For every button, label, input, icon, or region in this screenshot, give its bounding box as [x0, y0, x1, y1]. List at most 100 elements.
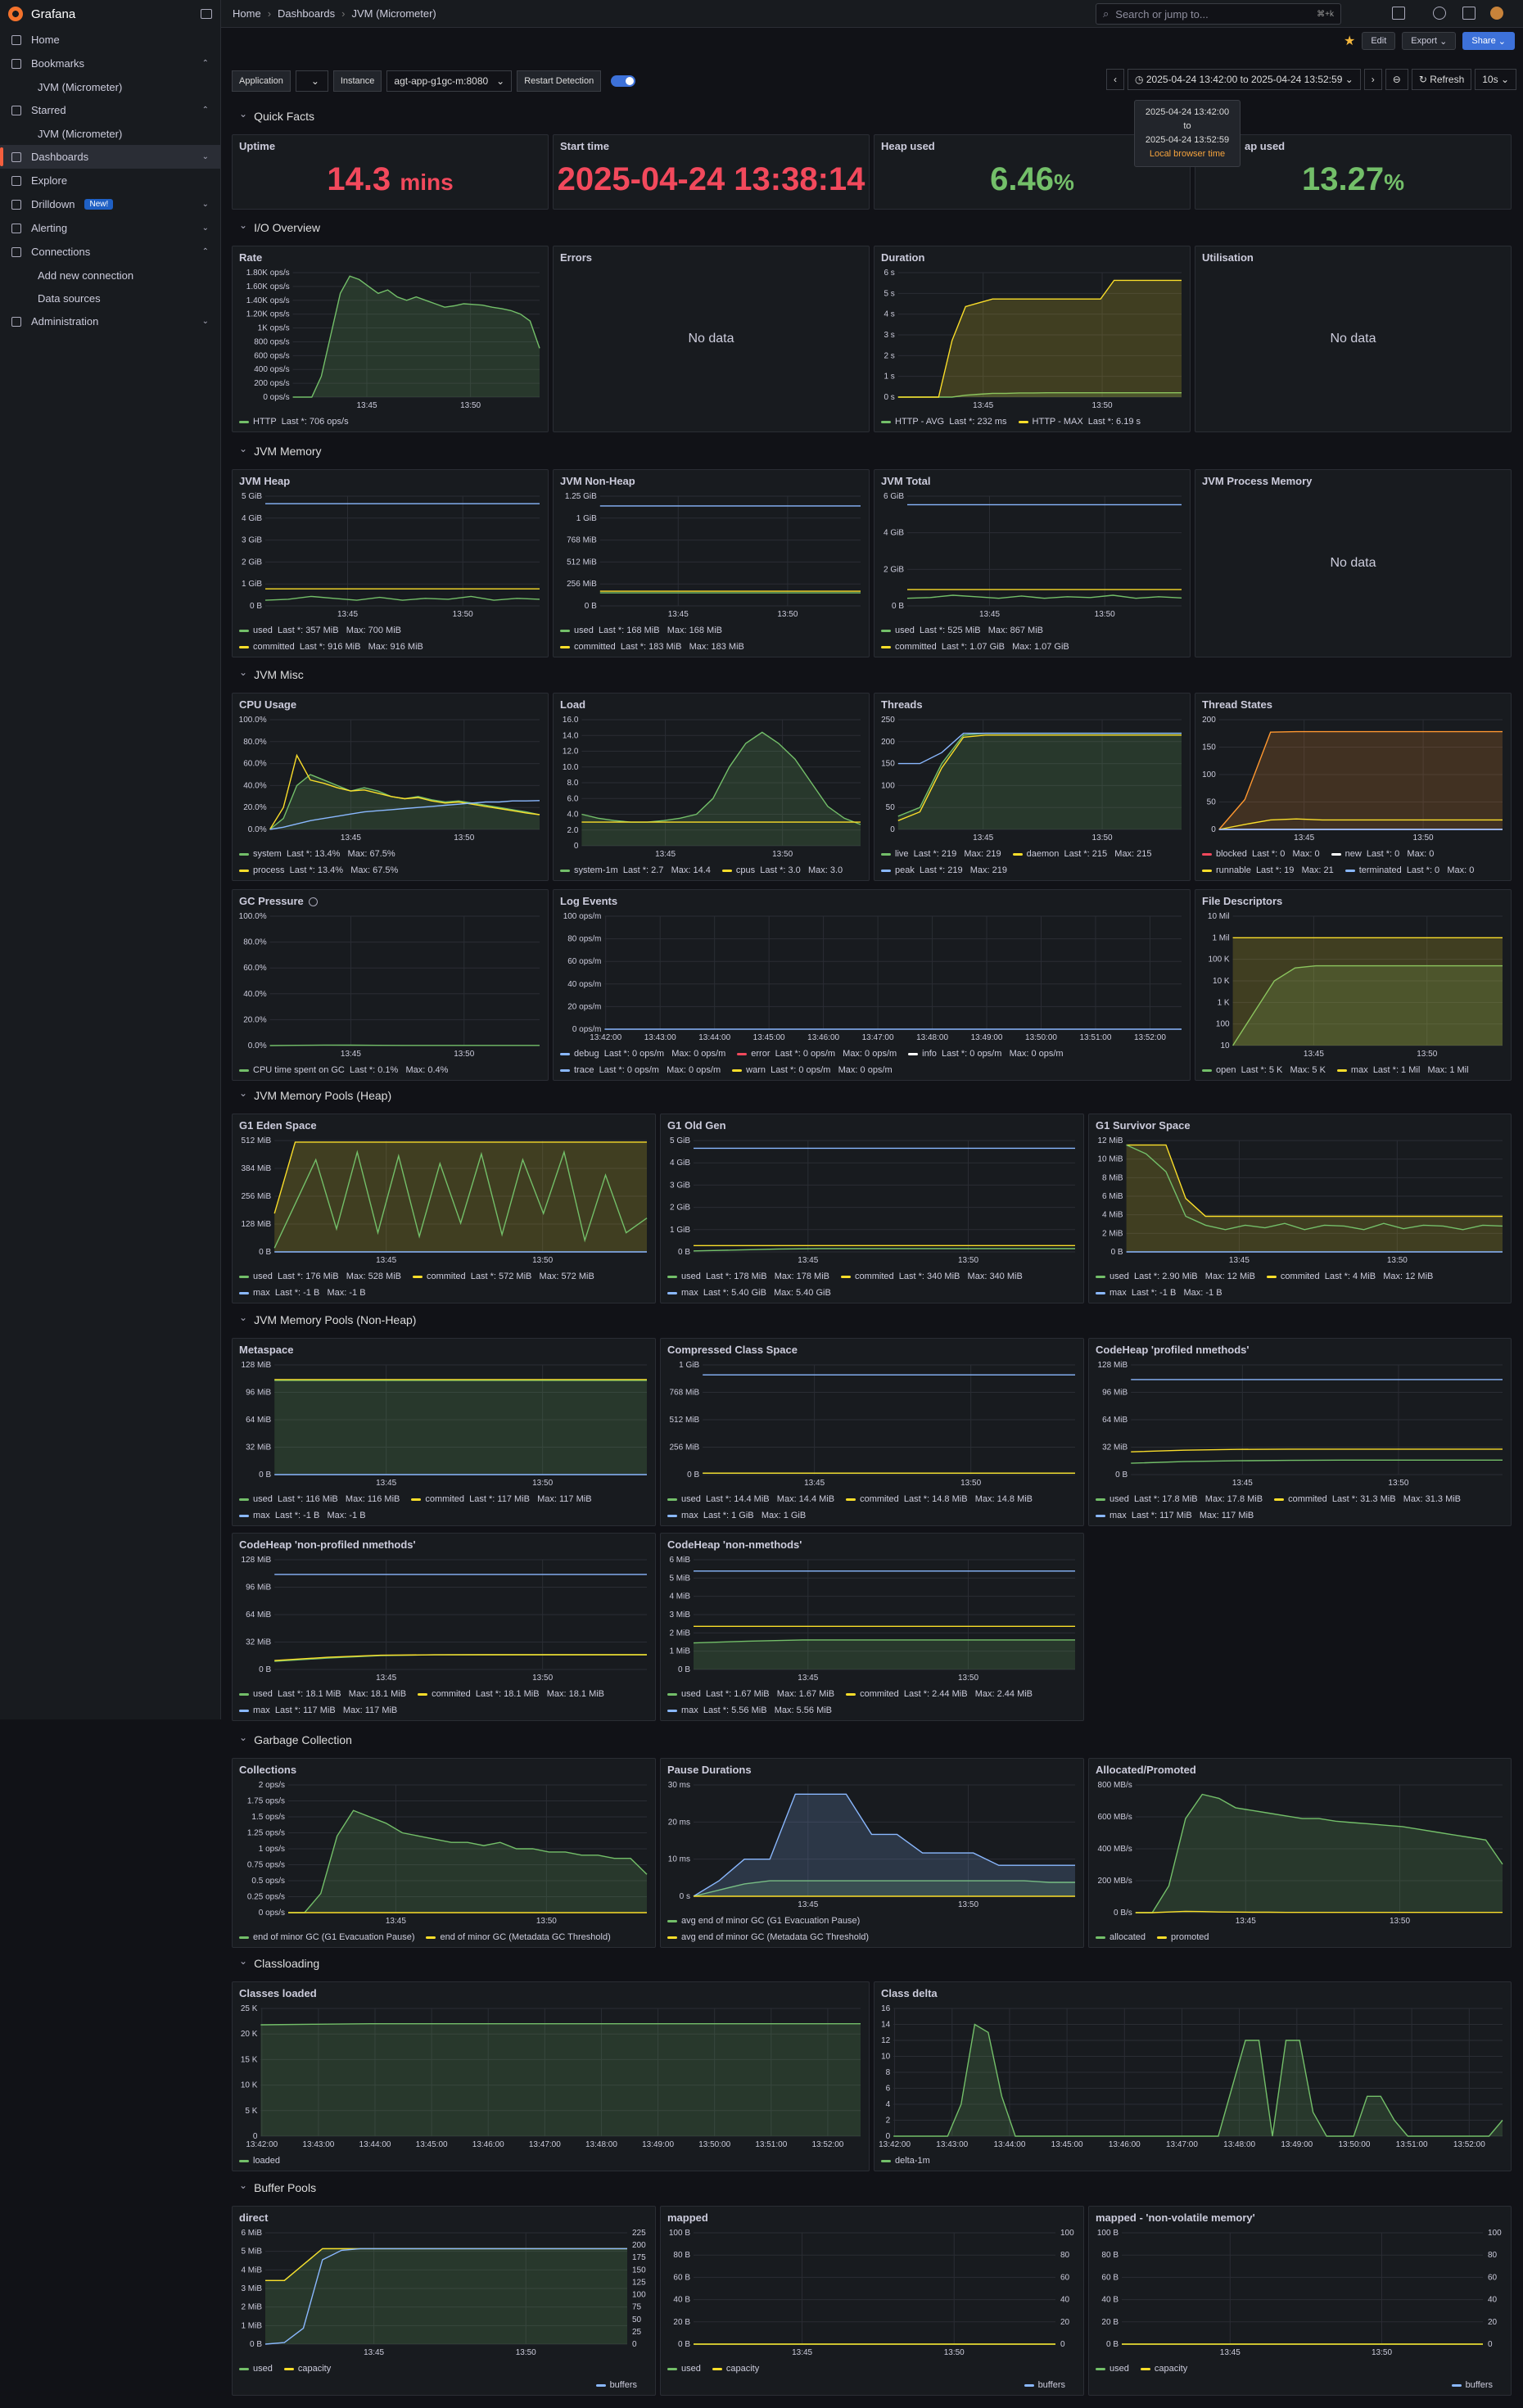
legend-item[interactable]: runnable Last *: 19 Max: 21 [1202, 865, 1334, 875]
panel-jvm-heap[interactable]: JVM Heap 5 GiB 4 GiB 3 GiB 2 GiB 1 GiB 0 B 13:4… [232, 469, 549, 657]
legend-item[interactable]: committed Last *: 1.07 GiB Max: 1.07 GiB [881, 642, 1069, 652]
legend-item[interactable]: info Last *: 0 ops/m Max: 0 ops/m [908, 1049, 1064, 1059]
edit-button[interactable]: Edit [1362, 32, 1396, 50]
export-button[interactable]: Export ⌄ [1402, 32, 1457, 50]
panel-mapped[interactable]: mapped 100 B 80 B 60 B 40 B 20 B 0 B 100 80 60 40 2… [660, 2206, 1084, 2396]
chevron-up-icon[interactable]: ⌃ [202, 59, 209, 68]
legend-item[interactable]: trace Last *: 0 ops/m Max: 0 ops/m [560, 1065, 721, 1075]
legend-item[interactable]: system Last *: 13.4% Max: 67.5% [239, 849, 395, 859]
legend-item[interactable]: commited Last *: 31.3 MiB Max: 31.3 MiB [1274, 1494, 1461, 1504]
legend-item[interactable]: commited Last *: 572 MiB Max: 572 MiB [412, 1272, 594, 1281]
panel-allocated-promoted[interactable]: Allocated/Promoted 800 MB/s 600 MB/s 400 MB… [1088, 1758, 1512, 1948]
grafana-logo-icon[interactable] [8, 7, 23, 21]
sidebar-subitem-data-sources[interactable]: Data sources [0, 287, 220, 309]
panel-collections[interactable]: Collections 2 ops/s 1.75 ops/s 1.5 ops/s 1.2… [232, 1758, 656, 1948]
legend-item[interactable]: daemon Last *: 215 Max: 215 [1012, 849, 1152, 859]
row-jvm-misc[interactable]: JVM Misc [239, 668, 304, 681]
breadcrumb-dashboards[interactable]: Dashboards [278, 7, 335, 20]
legend-item[interactable]: live Last *: 219 Max: 219 [881, 849, 1001, 859]
legend-item[interactable]: used Last *: 18.1 MiB Max: 18.1 MiB [239, 1689, 406, 1699]
panel-mapped-nvm[interactable]: mapped - 'non-volatile memory' 100 B 80 B 6… [1088, 2206, 1512, 2396]
panel-metaspace[interactable]: Metaspace 128 MiB 96 MiB 64 MiB 32 MiB 0 B 13:… [232, 1338, 656, 1526]
panel-rate[interactable]: Rate 1.80K ops/s 1.60K ops/s 1.40K ops/s 1.2… [232, 246, 549, 432]
sidebar-item-explore[interactable]: Explore [0, 169, 220, 192]
breadcrumb-home[interactable]: Home [233, 7, 261, 20]
sidebar-subitem-bookmark[interactable]: JVM (Micrometer) [0, 75, 220, 98]
panel-direct[interactable]: direct 6 MiB 5 MiB 4 MiB 3 MiB 2 MiB 1 MiB 0 B 2… [232, 2206, 656, 2396]
legend-item[interactable]: peak Last *: 219 Max: 219 [881, 865, 1007, 875]
panel-nonheap-used[interactable]: ap used 13.27% [1195, 134, 1512, 210]
legend-item[interactable]: used Last *: 176 MiB Max: 528 MiB [239, 1272, 401, 1281]
refresh-interval-select[interactable]: 10s ⌄ [1475, 69, 1516, 90]
legend-item[interactable]: commited Last *: 18.1 MiB Max: 18.1 MiB [418, 1689, 604, 1699]
legend-item[interactable]: buffers [1451, 2377, 1493, 2393]
zoom-out-icon[interactable]: ⊖ [1385, 69, 1408, 90]
info-icon[interactable] [308, 897, 318, 907]
plus-icon[interactable] [1392, 7, 1405, 20]
legend-item[interactable]: debug Last *: 0 ops/m Max: 0 ops/m [560, 1049, 725, 1059]
row-garbage-collection[interactable]: Garbage Collection [239, 1733, 352, 1746]
legend-item[interactable]: used Last *: 525 MiB Max: 867 MiB [881, 626, 1043, 635]
legend-item[interactable]: end of minor GC (G1 Evacuation Pause) [239, 1932, 414, 1942]
legend-item[interactable]: used [1096, 2364, 1129, 2374]
panel-jvm-process-memory[interactable]: JVM Process Memory No data [1195, 469, 1512, 657]
sidebar-item-home[interactable]: Home [0, 28, 220, 52]
panel-start-time[interactable]: Start time 2025-04-24 13:38:14 [553, 134, 870, 210]
instance-select[interactable]: agt-app-g1gc-m:8080 ⌄ [386, 70, 513, 92]
panel-class-delta[interactable]: Class delta 16 14 12 10 8 6 4 2 0 13:42:00 13:43:00… [874, 1981, 1512, 2171]
sidebar-subitem-add-connection[interactable]: Add new connection [0, 264, 220, 287]
panel-load[interactable]: Load 16.0 14.0 12.0 10.0 8.0 6.0 4.0 2.0 0 13:45 13… [553, 693, 870, 881]
legend-item[interactable]: end of minor GC (Metadata GC Threshold) [426, 1932, 611, 1942]
legend-item[interactable]: avg end of minor GC (Metadata GC Thresho… [667, 1932, 869, 1942]
legend-item[interactable]: commited Last *: 340 MiB Max: 340 MiB [840, 1272, 1023, 1281]
panel-log-events[interactable]: Log Events 100 ops/m 80 ops/m 60 ops/m 40 op… [553, 889, 1191, 1081]
row-quick-facts[interactable]: Quick Facts [239, 110, 314, 123]
legend-item[interactable]: blocked Last *: 0 Max: 0 [1202, 849, 1320, 859]
legend-item[interactable]: used Last *: 116 MiB Max: 116 MiB [239, 1494, 400, 1504]
panel-thread-states[interactable]: Thread States 200 150 100 50 0 13:45 13:50 block… [1195, 693, 1512, 881]
panel-jvm-total[interactable]: JVM Total 6 GiB 4 GiB 2 GiB 0 B 13:45 13:50 use… [874, 469, 1191, 657]
row-io-overview[interactable]: I/O Overview [239, 221, 320, 234]
legend-item[interactable]: capacity [1140, 2364, 1187, 2374]
panel-pause-durations[interactable]: Pause Durations 30 ms 20 ms 10 ms 0 s 13:45 13… [660, 1758, 1084, 1948]
row-buffer-pools[interactable]: Buffer Pools [239, 2181, 316, 2194]
refresh-button[interactable]: ↻ Refresh [1411, 69, 1472, 90]
panel-uptime[interactable]: Uptime 14.3 mins [232, 134, 549, 210]
legend-item[interactable]: used Last *: 357 MiB Max: 700 MiB [239, 626, 401, 635]
chevron-down-icon[interactable]: ⌄ [202, 224, 209, 233]
panel-g1-old[interactable]: G1 Old Gen 5 GiB 4 GiB 3 GiB 2 GiB 1 GiB 0 B 13… [660, 1114, 1084, 1303]
sidebar-item-dashboards[interactable]: Dashboards ⌄ [0, 145, 220, 169]
legend-item[interactable]: used Last *: 168 MiB Max: 168 MiB [560, 626, 722, 635]
share-button[interactable]: Share ⌄ [1462, 32, 1515, 50]
legend-item[interactable]: max Last *: -1 B Max: -1 B [239, 1511, 366, 1520]
legend-item[interactable]: commited Last *: 4 MiB Max: 12 MiB [1266, 1272, 1433, 1281]
time-back-button[interactable]: ‹ [1106, 69, 1125, 90]
legend-item[interactable]: used Last *: 17.8 MiB Max: 17.8 MiB [1096, 1494, 1263, 1504]
legend-item[interactable]: used Last *: 178 MiB Max: 178 MiB [667, 1272, 829, 1281]
panel-utilisation[interactable]: Utilisation No data [1195, 246, 1512, 432]
legend-item[interactable]: system-1m Last *: 2.7 Max: 14.4 [560, 865, 711, 875]
panel-jvm-nonheap[interactable]: JVM Non-Heap 1.25 GiB 1 GiB 768 MiB 512 MiB 2… [553, 469, 870, 657]
legend-item[interactable]: max Last *: -1 B Max: -1 B [1096, 1288, 1222, 1298]
legend-item[interactable]: committed Last *: 916 MiB Max: 916 MiB [239, 642, 423, 652]
legend-item[interactable]: avg end of minor GC (G1 Evacuation Pause… [667, 1916, 860, 1926]
legend-item[interactable]: buffers [1024, 2377, 1065, 2393]
legend-item[interactable]: error Last *: 0 ops/m Max: 0 ops/m [737, 1049, 897, 1059]
avatar[interactable] [1490, 7, 1503, 20]
legend-item[interactable]: CPU time spent on GC Last *: 0.1% Max: 0… [239, 1065, 448, 1075]
help-icon[interactable] [1433, 7, 1446, 20]
sidebar-item-administration[interactable]: Administration ⌄ [0, 309, 220, 333]
legend-item[interactable]: used [239, 2364, 273, 2374]
panel-errors[interactable]: Errors No data [553, 246, 870, 432]
legend-item[interactable]: max Last *: 5.40 GiB Max: 5.40 GiB [667, 1288, 831, 1298]
legend-item[interactable]: delta-1m [881, 2156, 930, 2166]
panel-g1-eden[interactable]: G1 Eden Space 512 MiB 384 MiB 256 MiB 128 Mi… [232, 1114, 656, 1303]
panel-threads[interactable]: Threads 250 200 150 100 50 0 13:45 13:50 live Las… [874, 693, 1191, 881]
legend-item[interactable]: commited Last *: 14.8 MiB Max: 14.8 MiB [846, 1494, 1033, 1504]
sidebar-item-bookmarks[interactable]: Bookmarks ⌃ [0, 52, 220, 75]
chevron-down-icon[interactable]: ⌄ [202, 152, 209, 161]
legend-item[interactable]: max Last *: 117 MiB Max: 117 MiB [1096, 1511, 1254, 1520]
legend-item[interactable]: max Last *: 117 MiB Max: 117 MiB [239, 1705, 397, 1715]
panel-file-descriptors[interactable]: File Descriptors 10 Mil 1 Mil 100 K 10 K1 K1… [1195, 889, 1512, 1081]
panel-codeheap-profiled[interactable]: CodeHeap 'profiled nmethods' 128 MiB 96 Mi… [1088, 1338, 1512, 1526]
